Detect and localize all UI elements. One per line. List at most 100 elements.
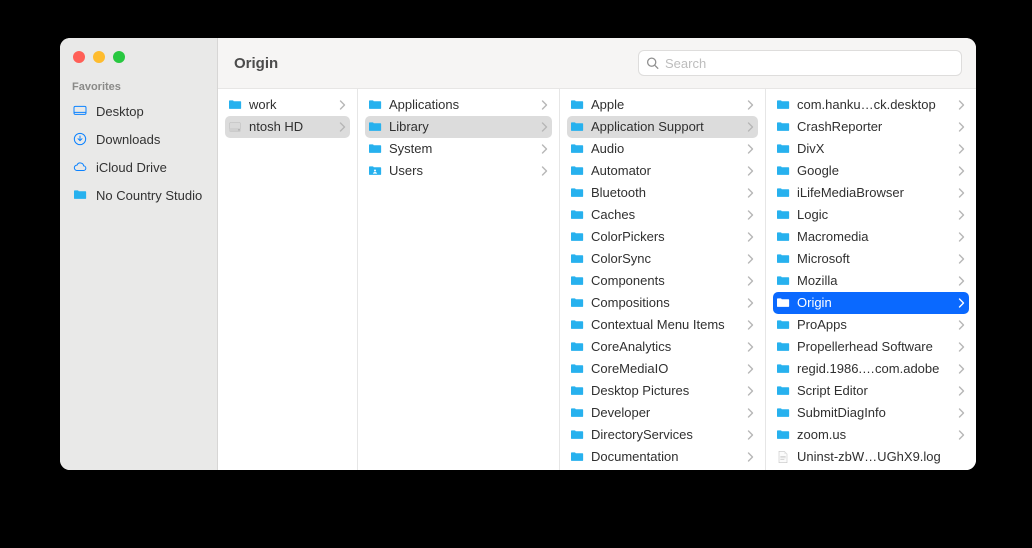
list-item[interactable]: Mozilla: [773, 270, 969, 292]
list-item[interactable]: Caches: [567, 204, 758, 226]
item-label: CrashReporter: [797, 116, 952, 138]
folder-icon: [775, 185, 791, 201]
chevron-right-icon: [958, 210, 965, 220]
list-item[interactable]: Library: [365, 116, 552, 138]
list-item[interactable]: Script Editor: [773, 380, 969, 402]
list-item[interactable]: System: [365, 138, 552, 160]
users-folder-icon: [367, 163, 383, 179]
list-item[interactable]: DivX: [773, 138, 969, 160]
column-1[interactable]: ApplicationsLibrarySystemUsers: [358, 89, 560, 470]
column-3[interactable]: com.hanku…ck.desktopCrashReporterDivXGoo…: [766, 89, 976, 470]
zoom-window-button[interactable]: [113, 51, 125, 63]
item-label: System: [389, 138, 535, 160]
list-item[interactable]: CoreAnalytics: [567, 336, 758, 358]
folder-icon: [569, 427, 585, 443]
item-label: Automator: [591, 160, 741, 182]
item-label: Users: [389, 160, 535, 182]
chevron-right-icon: [958, 364, 965, 374]
chevron-right-icon: [747, 144, 754, 154]
list-item[interactable]: Automator: [567, 160, 758, 182]
item-label: SubmitDiagInfo: [797, 402, 952, 424]
list-item[interactable]: Developer: [567, 402, 758, 424]
item-label: Microsoft: [797, 248, 952, 270]
folder-icon: [775, 361, 791, 377]
list-item[interactable]: ntosh HD: [225, 116, 350, 138]
item-label: Library: [389, 116, 535, 138]
list-item[interactable]: Components: [567, 270, 758, 292]
item-label: Developer: [591, 402, 741, 424]
list-item[interactable]: DirectoryServices: [567, 424, 758, 446]
list-item[interactable]: Contextual Menu Items: [567, 314, 758, 336]
item-label: DirectoryServices: [591, 424, 741, 446]
sidebar-item-desktop[interactable]: Desktop: [60, 97, 217, 125]
item-label: zoom.us: [797, 424, 952, 446]
list-item[interactable]: ColorPickers: [567, 226, 758, 248]
chevron-right-icon: [747, 298, 754, 308]
list-item[interactable]: Application Support: [567, 116, 758, 138]
list-item[interactable]: Documentation: [567, 446, 758, 468]
chevron-right-icon: [958, 408, 965, 418]
list-item[interactable]: ColorSync: [567, 248, 758, 270]
minimize-window-button[interactable]: [93, 51, 105, 63]
toolbar: Origin: [218, 38, 976, 89]
list-item[interactable]: zoom.us: [773, 424, 969, 446]
list-item[interactable]: CoreMediaIO: [567, 358, 758, 380]
folder-icon: [569, 207, 585, 223]
list-item[interactable]: Audio: [567, 138, 758, 160]
item-label: ColorPickers: [591, 226, 741, 248]
folder-icon: [569, 141, 585, 157]
chevron-right-icon: [958, 276, 965, 286]
list-item[interactable]: com.hanku…ck.desktop: [773, 94, 969, 116]
chevron-right-icon: [747, 276, 754, 286]
folder-icon: [569, 229, 585, 245]
folder-icon: [569, 295, 585, 311]
item-label: ProApps: [797, 314, 952, 336]
column-0[interactable]: workntosh HD: [218, 89, 358, 470]
chevron-right-icon: [747, 408, 754, 418]
list-item[interactable]: regid.1986.…com.adobe: [773, 358, 969, 380]
chevron-right-icon: [747, 122, 754, 132]
sidebar-item-label: No Country Studio: [96, 188, 202, 203]
list-item[interactable]: Users: [365, 160, 552, 182]
window-title: Origin: [232, 55, 278, 72]
item-label: Bluetooth: [591, 182, 741, 204]
list-item[interactable]: Compositions: [567, 292, 758, 314]
list-item[interactable]: work: [225, 94, 350, 116]
list-item[interactable]: Microsoft: [773, 248, 969, 270]
sidebar-item-label: Desktop: [96, 104, 144, 119]
item-label: CoreAnalytics: [591, 336, 741, 358]
list-item[interactable]: iLifeMediaBrowser: [773, 182, 969, 204]
sidebar-item-icloud-drive[interactable]: iCloud Drive: [60, 153, 217, 181]
chevron-right-icon: [958, 122, 965, 132]
sidebar-item-no-country-studio[interactable]: No Country Studio: [60, 181, 217, 209]
chevron-right-icon: [747, 210, 754, 220]
list-item[interactable]: SubmitDiagInfo: [773, 402, 969, 424]
list-item[interactable]: Bluetooth: [567, 182, 758, 204]
sidebar-section-favorites: Favorites: [60, 71, 217, 97]
search-field-wrap: [638, 50, 962, 76]
folder-icon: [775, 273, 791, 289]
list-item[interactable]: Origin: [773, 292, 969, 314]
list-item[interactable]: Logic: [773, 204, 969, 226]
list-item[interactable]: Google: [773, 160, 969, 182]
list-item[interactable]: ProApps: [773, 314, 969, 336]
folder-icon: [227, 97, 243, 113]
folder-icon: [775, 141, 791, 157]
search-input[interactable]: [638, 50, 962, 76]
list-item[interactable]: Propellerhead Software: [773, 336, 969, 358]
chevron-right-icon: [747, 254, 754, 264]
column-2[interactable]: AppleApplication SupportAudioAutomatorBl…: [560, 89, 766, 470]
folder-icon: [569, 449, 585, 465]
chevron-right-icon: [339, 100, 346, 110]
list-item[interactable]: Applications: [365, 94, 552, 116]
list-item[interactable]: CrashReporter: [773, 116, 969, 138]
sidebar-item-downloads[interactable]: Downloads: [60, 125, 217, 153]
chevron-right-icon: [958, 166, 965, 176]
main-area: Origin workntosh HD ApplicationsLibraryS…: [218, 38, 976, 470]
list-item[interactable]: Uninst-zbW…UGhX9.log: [773, 446, 969, 468]
list-item[interactable]: Apple: [567, 94, 758, 116]
item-label: Apple: [591, 94, 741, 116]
close-window-button[interactable]: [73, 51, 85, 63]
list-item[interactable]: Desktop Pictures: [567, 380, 758, 402]
list-item[interactable]: Macromedia: [773, 226, 969, 248]
